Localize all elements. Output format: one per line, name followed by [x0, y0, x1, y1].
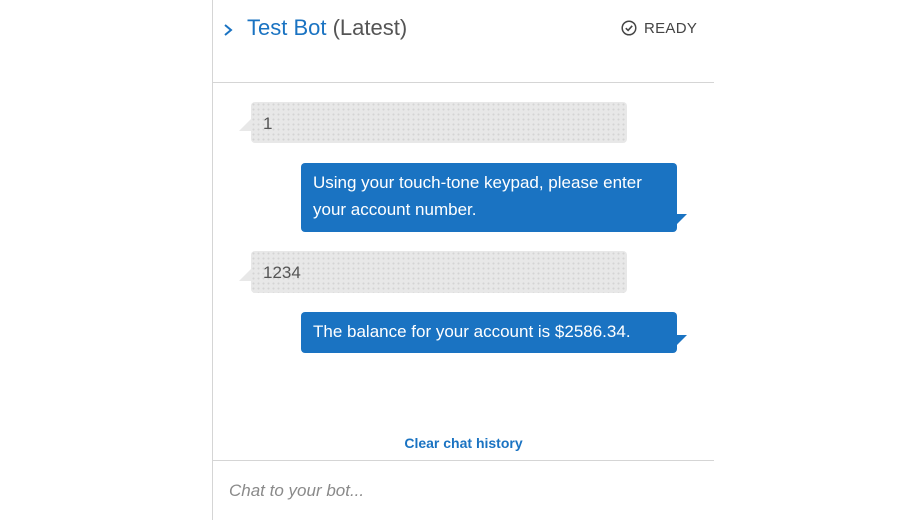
message-text: The balance for your account is $2586.34… — [313, 322, 631, 341]
message-text: Using your touch-tone keypad, please ent… — [313, 173, 642, 219]
message-text: 1234 — [263, 263, 301, 282]
message-text: 1 — [263, 114, 273, 133]
status-label: READY — [644, 19, 698, 37]
status-indicator: READY — [621, 18, 697, 38]
bot-message: The balance for your account is $2586.34… — [301, 312, 687, 353]
bot-name: Test Bot — [247, 15, 327, 40]
chevron-right-icon[interactable] — [221, 20, 235, 40]
bubble-tail — [677, 214, 687, 224]
bot-message: Using your touch-tone keypad, please ent… — [301, 163, 687, 232]
chat-input-area — [213, 460, 714, 520]
chat-input[interactable] — [229, 471, 699, 511]
bubble-tail — [677, 335, 687, 345]
clear-chat-history-link[interactable]: Clear chat history — [213, 435, 714, 451]
chat-messages: 1 Using your touch-tone keypad, please e… — [213, 84, 714, 424]
bot-version: (Latest) — [332, 15, 408, 40]
panel-header: Test Bot (Latest) READY — [213, 0, 714, 83]
user-message: 1 — [239, 102, 627, 143]
bubble-tail — [239, 119, 251, 131]
test-bot-panel: Test Bot (Latest) READY 1 Using your tou… — [212, 0, 714, 520]
user-message: 1234 — [239, 251, 627, 293]
bubble-tail — [239, 269, 251, 281]
check-circle-icon — [621, 20, 637, 36]
bot-title: Test Bot (Latest) — [247, 14, 407, 42]
